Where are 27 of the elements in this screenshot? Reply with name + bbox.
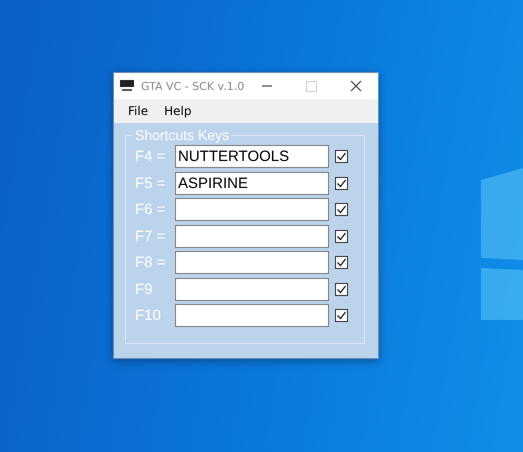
key-label: F6 = <box>135 201 166 218</box>
input-field[interactable]: NUTTERTOOLS <box>175 145 329 168</box>
key-label: F10 <box>135 307 162 324</box>
input-field[interactable] <box>175 224 329 248</box>
group-title: Shortcuts Keys <box>133 127 232 143</box>
logo-icon <box>119 78 135 94</box>
checkbox[interactable] <box>335 176 348 190</box>
checkbox[interactable] <box>335 230 348 242</box>
window-title: GTA VC - SCK v.1.0 <box>141 80 244 92</box>
key-label: F5 = <box>135 174 166 192</box>
checkbox[interactable] <box>335 256 348 269</box>
checkbox[interactable] <box>335 309 348 322</box>
menu-item[interactable]: Help <box>164 104 192 118</box>
key-label: F8 = <box>135 254 166 271</box>
key-label: F4 = <box>135 148 166 165</box>
checkbox[interactable] <box>335 203 348 216</box>
input-field[interactable] <box>175 278 329 300</box>
input-field[interactable]: ASPIRINE <box>175 172 329 194</box>
close-icon[interactable] <box>350 80 362 92</box>
checkbox[interactable] <box>335 150 348 163</box>
key-label: F7 = <box>135 228 166 244</box>
input-field[interactable] <box>175 304 329 327</box>
checkbox[interactable] <box>335 282 348 296</box>
input-field[interactable] <box>175 198 329 221</box>
key-label: F9 <box>135 280 154 298</box>
menu-item[interactable]: File <box>128 104 148 118</box>
input-field[interactable] <box>175 251 329 274</box>
